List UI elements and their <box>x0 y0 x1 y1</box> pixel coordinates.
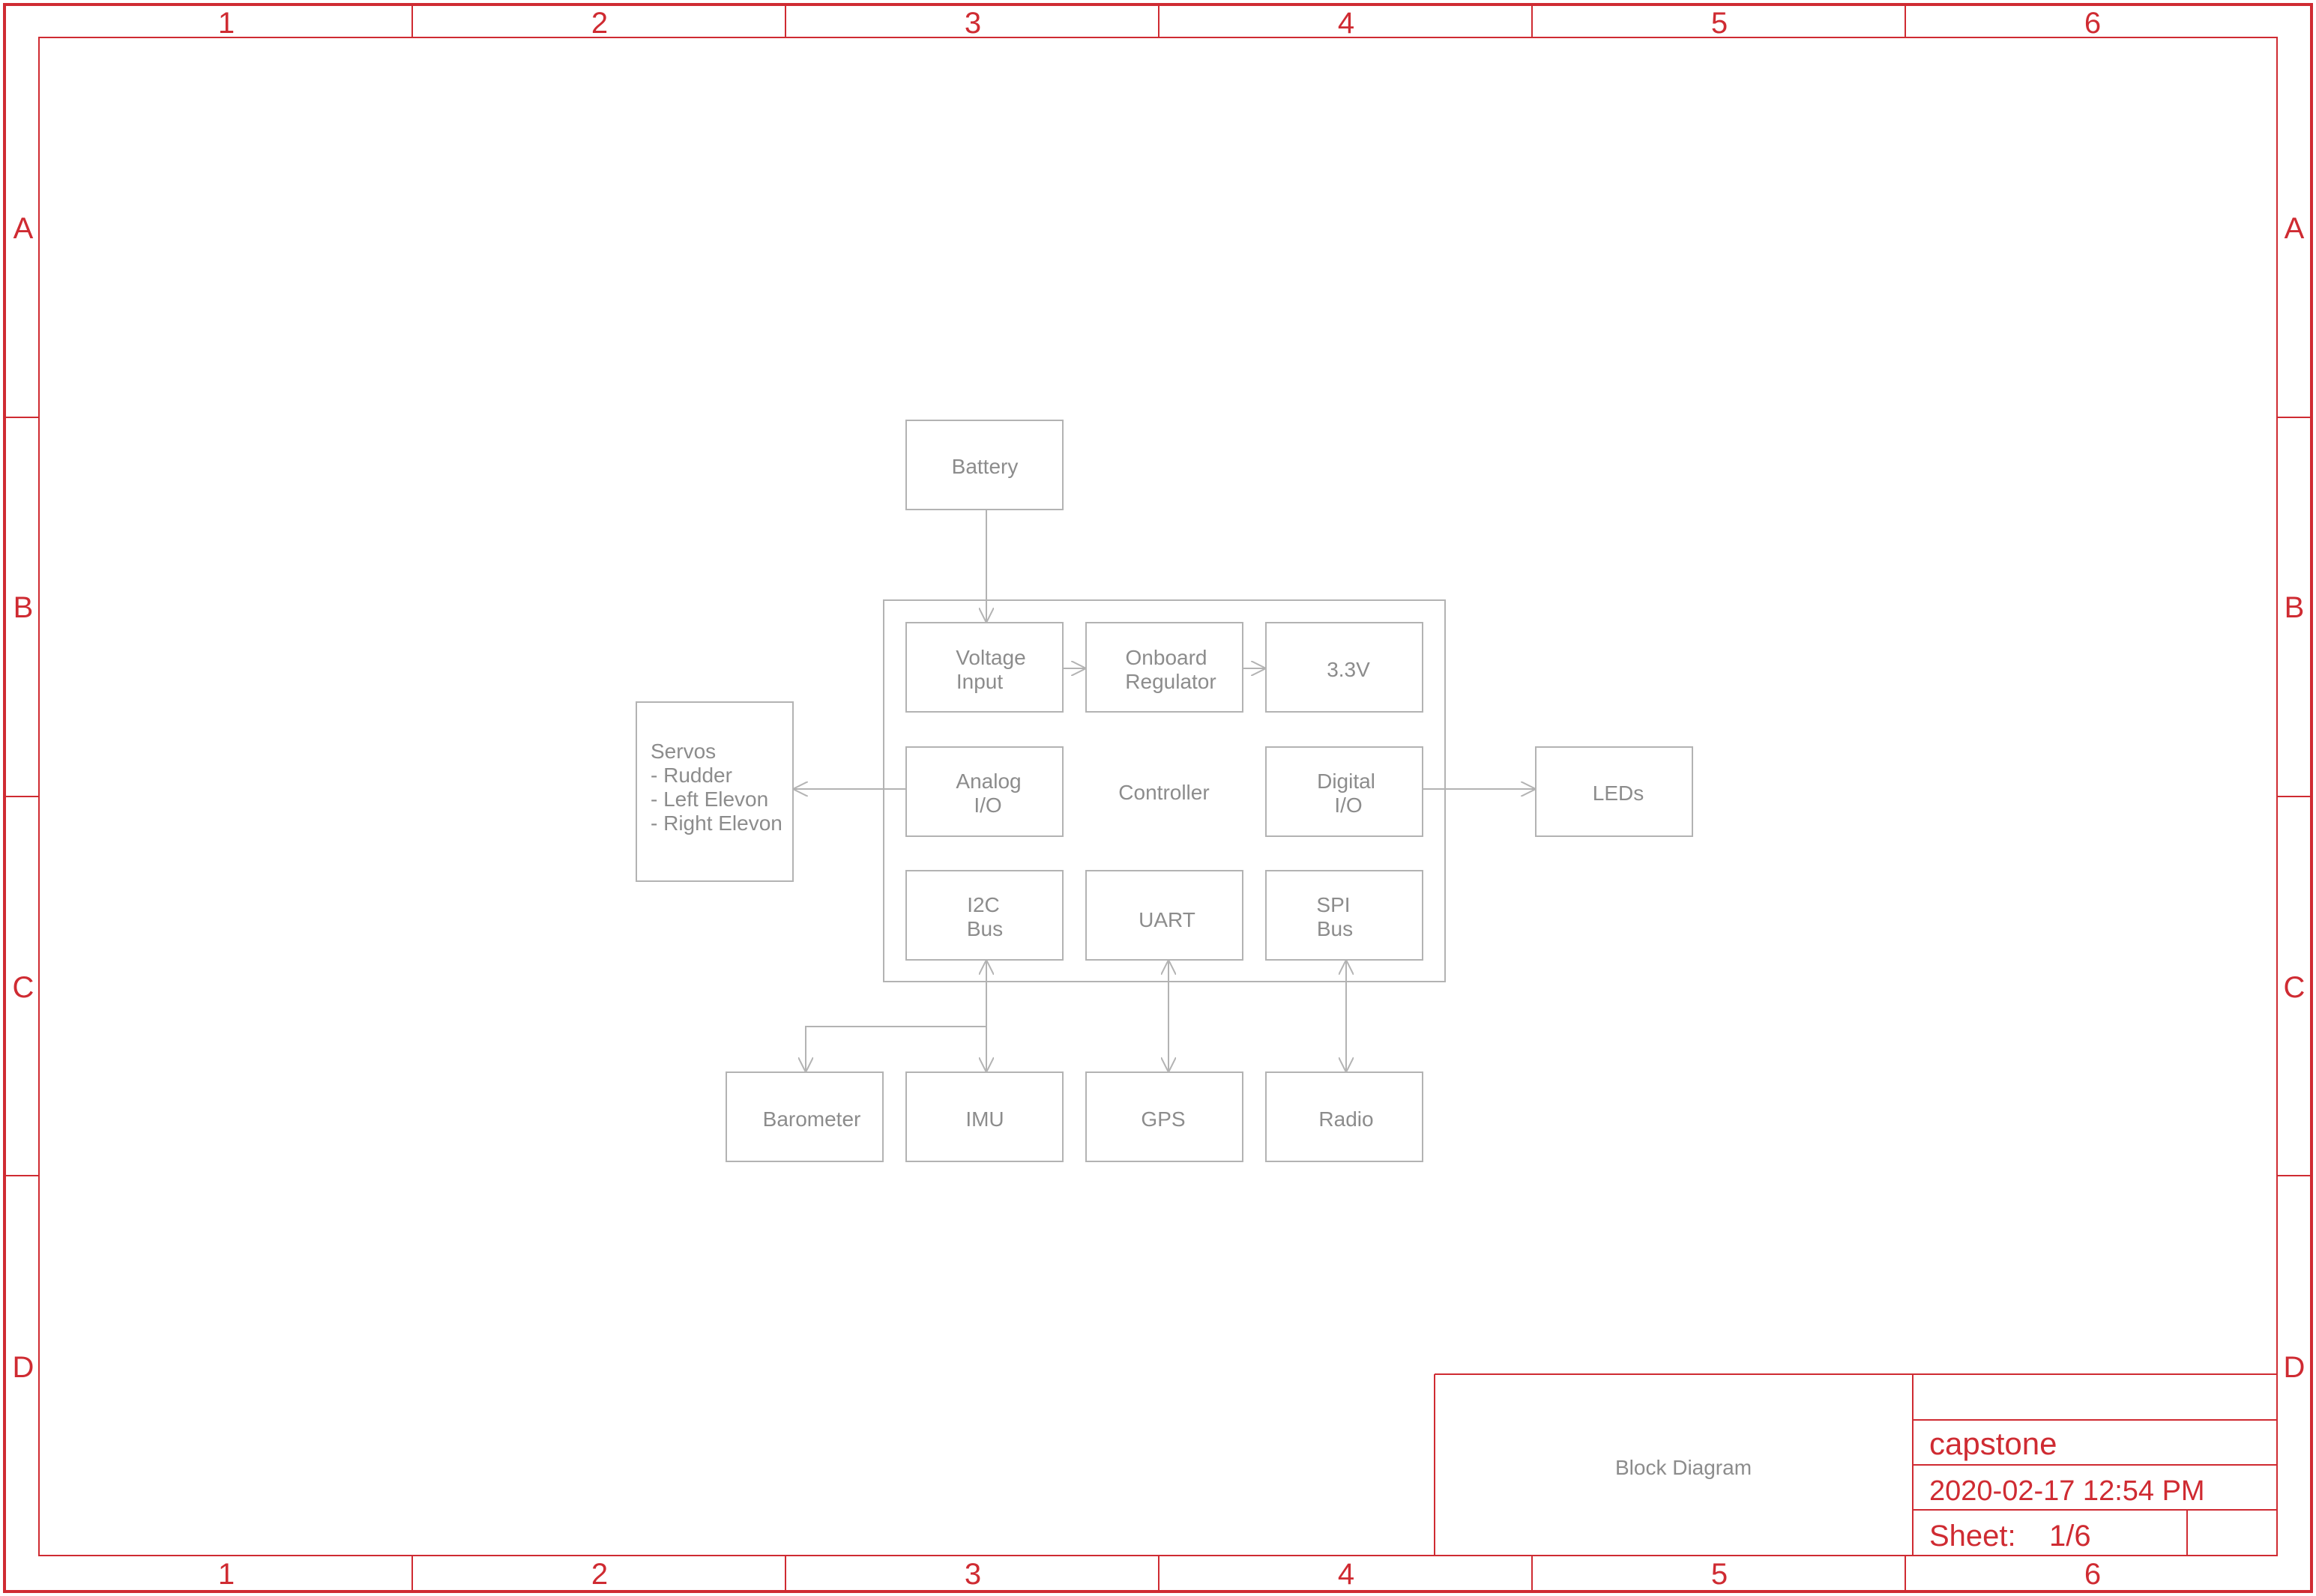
title-block-date: 2020-02-17 12:54 PM <box>1929 1475 2205 1507</box>
barometer-label: Barometer <box>763 1107 861 1131</box>
onboard-regulator-label-line1: Onboard <box>1126 646 1207 669</box>
controller-label: Controller <box>1118 781 1209 804</box>
voltage-input-label-line1: Voltage <box>956 646 1025 669</box>
row-label-d-right: D <box>2284 1351 2306 1384</box>
leds-label: LEDs <box>1593 782 1644 805</box>
imu-label: IMU <box>965 1107 1004 1131</box>
onboard-regulator-label-line2: Regulator <box>1125 670 1216 693</box>
servos-label-line4: - Right Elevon <box>651 811 782 835</box>
row-label-c-right: C <box>2284 971 2306 1004</box>
col-label-6-top: 6 <box>2084 7 2101 40</box>
rail-3v3-label: 3.3V <box>1327 658 1370 681</box>
col-label-5-bottom: 5 <box>1711 1558 1728 1591</box>
schematic-sheet: 1 2 3 4 5 6 1 2 3 4 5 6 A B C D A B C D <box>3 3 2313 1593</box>
title-block-sheet-label: Sheet: <box>1929 1520 2016 1553</box>
analog-io-label-line2: I/O <box>974 794 1001 817</box>
spi-bus-label-line1: SPI <box>1316 893 1350 916</box>
row-label-d-left: D <box>13 1351 34 1384</box>
col-label-4-top: 4 <box>1338 7 1354 40</box>
col-label-4-bottom: 4 <box>1338 1558 1354 1591</box>
row-label-c-left: C <box>13 971 34 1004</box>
col-label-3-top: 3 <box>965 7 981 40</box>
i2c-to-barometer-arrow <box>806 1026 986 1072</box>
i2c-bus-label-line2: Bus <box>967 917 1003 940</box>
title-block: Block Diagram capstone 2020-02-17 12:54 … <box>1434 1373 2277 1556</box>
servos-label-line2: - Rudder <box>651 764 732 787</box>
block-diagram: Battery Controller Voltage Input Onboard… <box>636 420 1693 1162</box>
voltage-input-label-line2: Input <box>956 670 1003 693</box>
servos-label-line3: - Left Elevon <box>651 788 768 811</box>
digital-io-label-line2: I/O <box>1334 794 1362 817</box>
i2c-bus-label-line1: I2C <box>967 893 1000 916</box>
row-label-b-right: B <box>2285 591 2305 624</box>
servos-label-line1: Servos <box>651 740 716 763</box>
spi-bus-label-line2: Bus <box>1317 917 1353 940</box>
uart-label: UART <box>1139 908 1195 931</box>
row-label-a-right: A <box>2285 212 2305 245</box>
col-label-2-top: 2 <box>591 7 608 40</box>
title-block-project: capstone <box>1929 1426 2057 1461</box>
row-label-a-left: A <box>13 212 34 245</box>
title-block-title: Block Diagram <box>1615 1456 1752 1479</box>
title-block-sheet-value: 1/6 <box>2049 1520 2091 1553</box>
col-label-2-bottom: 2 <box>591 1558 608 1591</box>
gps-label: GPS <box>1141 1107 1185 1131</box>
analog-io-label-line1: Analog <box>956 770 1021 793</box>
digital-io-label-line1: Digital <box>1317 770 1375 793</box>
battery-label: Battery <box>952 455 1019 478</box>
col-label-6-bottom: 6 <box>2084 1558 2101 1591</box>
col-label-1-bottom: 1 <box>218 1558 235 1591</box>
row-label-b-left: B <box>13 591 34 624</box>
col-label-3-bottom: 3 <box>965 1558 981 1591</box>
radio-label: Radio <box>1318 1107 1373 1131</box>
col-label-1-top: 1 <box>218 7 235 40</box>
col-label-5-top: 5 <box>1711 7 1728 40</box>
